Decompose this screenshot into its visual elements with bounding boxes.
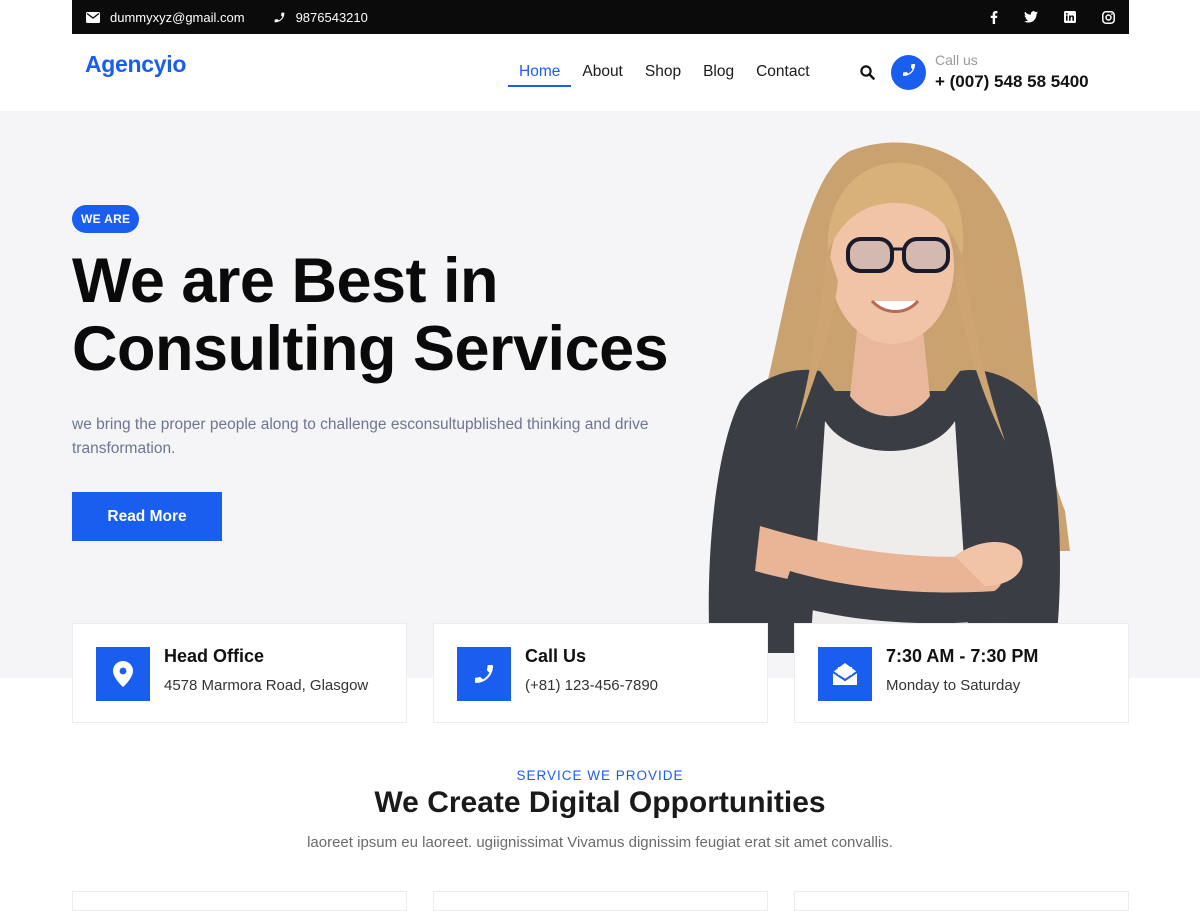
services-description: laoreet ipsum eu laoreet. ugiignissimat … <box>307 834 893 851</box>
info-card-head-office: Head Office 4578 Marmora Road, Glasgow <box>72 623 407 723</box>
call-number[interactable]: + (007) 548 58 5400 <box>935 72 1089 92</box>
services-eyebrow: SERVICE WE PROVIDE <box>516 768 684 783</box>
envelope-open-icon <box>818 647 872 701</box>
location-pin-icon <box>96 647 150 701</box>
topbar-email-text: dummyxyz@gmail.com <box>110 9 245 25</box>
nav-about[interactable]: About <box>571 61 634 87</box>
twitter-icon[interactable] <box>1024 11 1038 23</box>
envelope-icon <box>86 11 100 23</box>
services-title: We Create Digital Opportunities <box>374 786 826 819</box>
nav-blog[interactable]: Blog <box>692 61 745 87</box>
hero-title: We are Best in Consulting Services <box>72 246 669 384</box>
main-nav: Home About Shop Blog Contact <box>508 61 821 87</box>
facebook-icon[interactable] <box>990 10 998 24</box>
nav-contact[interactable]: Contact <box>745 61 820 87</box>
call-label: Call us <box>935 52 978 68</box>
hero-portrait-image <box>708 142 1070 653</box>
card-title: Call Us <box>525 646 587 666</box>
topbar-phone-text: 9876543210 <box>295 9 368 25</box>
hero-badge: WE ARE <box>72 205 140 233</box>
search-icon[interactable] <box>860 65 875 85</box>
service-card <box>794 891 1129 911</box>
hero-section: WE ARE We are Best in Consulting Service… <box>0 111 1200 678</box>
linkedin-icon[interactable] <box>1064 11 1076 23</box>
card-text: 4578 Marmora Road, Glasgow <box>164 677 369 694</box>
topbar-phone[interactable]: 9876543210 <box>273 10 368 25</box>
read-more-button[interactable]: Read More <box>72 492 222 541</box>
nav-shop[interactable]: Shop <box>634 61 692 87</box>
logo[interactable]: Agencyio <box>85 51 186 78</box>
card-text: (+81) 123-456-7890 <box>525 677 659 694</box>
site-header: Agencyio Home About Shop Blog Contact Ca… <box>72 34 1129 111</box>
nav-home[interactable]: Home <box>508 61 572 87</box>
service-card <box>433 891 768 911</box>
social-links <box>990 10 1115 24</box>
card-title: Head Office <box>164 646 265 666</box>
card-title: 7:30 AM - 7:30 PM <box>886 646 1039 666</box>
topbar-email[interactable]: dummyxyz@gmail.com <box>86 10 245 25</box>
phone-icon <box>273 11 286 24</box>
card-text: Monday to Saturday <box>886 677 1021 694</box>
info-card-call-us: Call Us (+81) 123-456-7890 <box>433 623 768 723</box>
hero-description: we bring the proper people along to chal… <box>72 416 649 457</box>
top-bar: dummyxyz@gmail.com 9876543210 <box>72 0 1129 34</box>
instagram-icon[interactable] <box>1102 10 1115 24</box>
phone-icon <box>457 647 511 701</box>
phone-icon <box>901 62 917 83</box>
service-card <box>72 891 407 911</box>
info-card-hours: 7:30 AM - 7:30 PM Monday to Saturday <box>794 623 1129 723</box>
call-button[interactable] <box>891 55 926 90</box>
